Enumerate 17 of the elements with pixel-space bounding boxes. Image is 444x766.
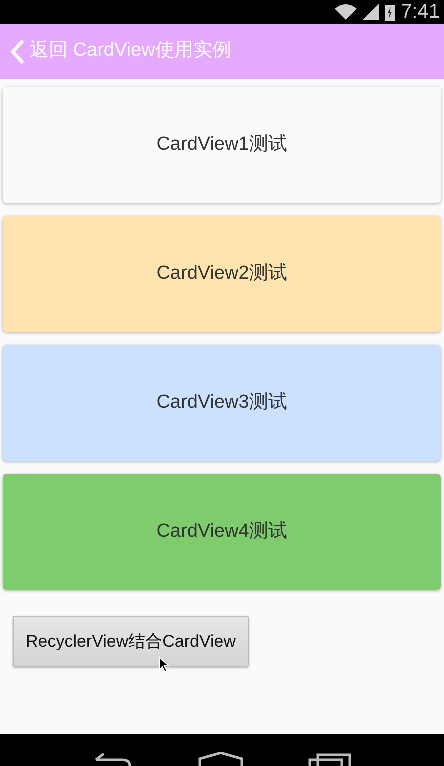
card[interactable]: CardView4测试 [3,474,441,590]
card-label: CardView2测试 [156,262,288,286]
battery-icon [385,4,396,20]
recents-nav-icon[interactable] [308,752,352,766]
signal-icon [363,4,380,20]
home-nav-icon[interactable] [196,752,245,766]
app-bar-title: 返回 CardView使用实例 [30,39,232,64]
card-label: CardView4测试 [156,520,288,544]
mouse-cursor-icon [159,657,170,673]
card[interactable]: CardView3测试 [3,345,441,461]
wifi-icon [335,4,358,20]
status-time: 7:41 [401,2,440,22]
card[interactable]: CardView2测试 [3,216,441,332]
card-label: CardView3测试 [156,390,288,415]
card[interactable]: CardView1测试 [3,87,441,203]
recyclerview-button[interactable]: RecyclerView结合CardView [13,616,249,667]
card-label: CardView1测试 [156,132,288,157]
